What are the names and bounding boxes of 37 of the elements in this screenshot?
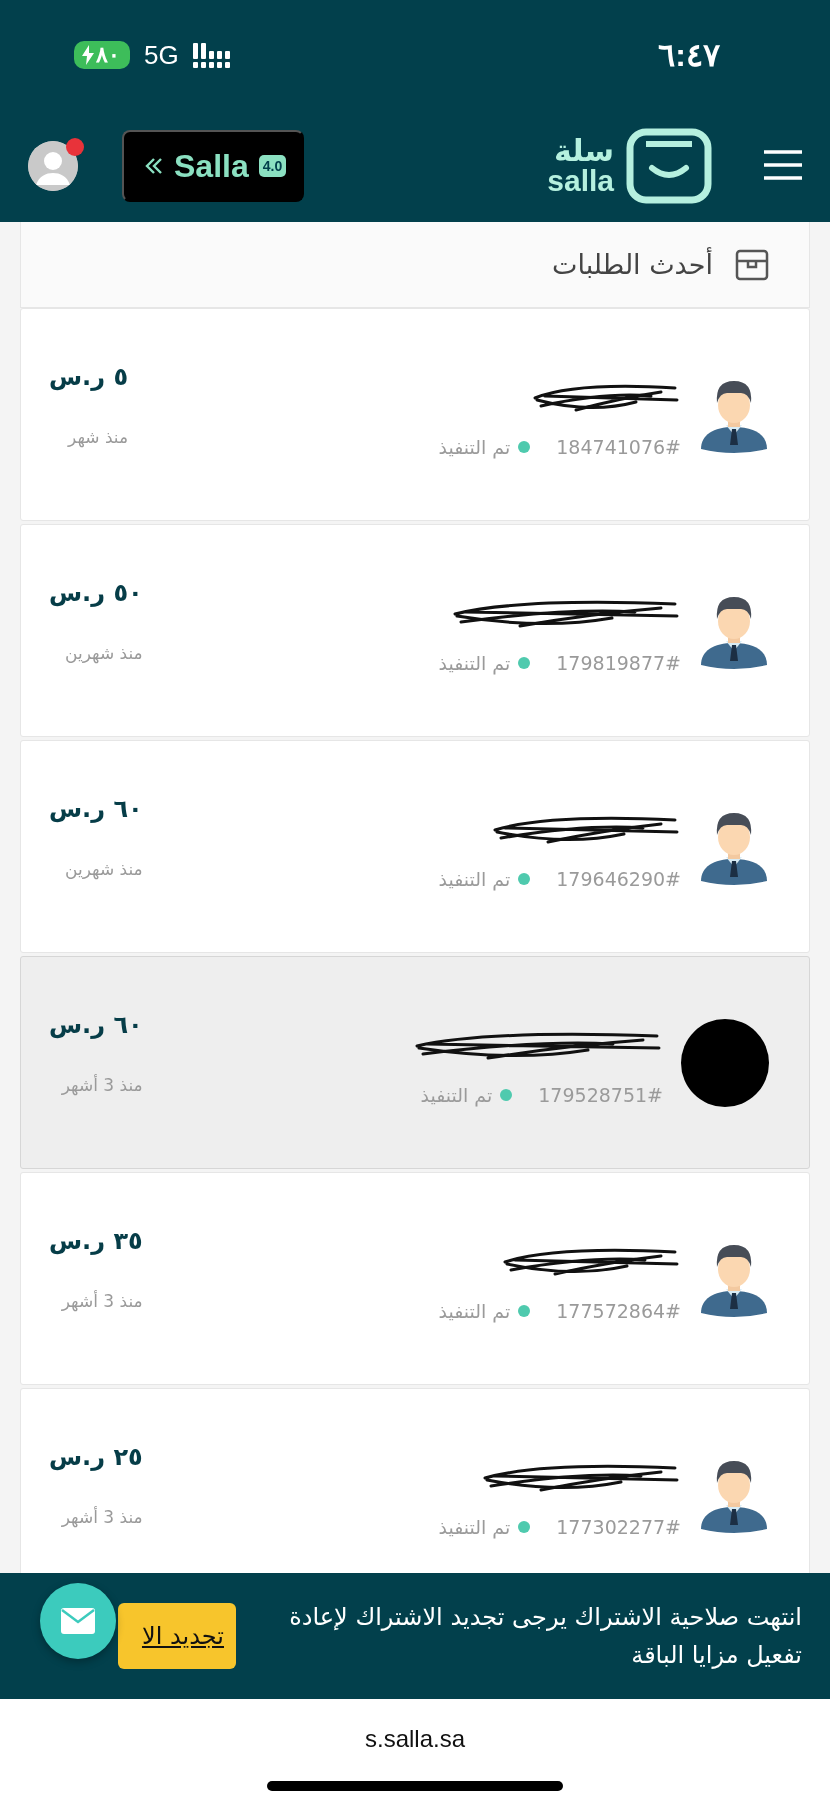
- order-amount: ٦٠ ر.س: [49, 1010, 143, 1039]
- order-time: منذ 3 أشهر: [61, 1506, 143, 1527]
- order-amount: ٣٥ ر.س: [49, 1226, 143, 1255]
- signal-icon: [192, 41, 233, 69]
- order-status: تم التنفيذ: [438, 1299, 531, 1322]
- order-number: 184741076#: [556, 435, 681, 458]
- order-status: تم التنفيذ: [438, 1515, 531, 1538]
- order-time: منذ 3 أشهر: [61, 1074, 143, 1095]
- order-time: منذ شهرين: [65, 858, 143, 879]
- mail-icon: [61, 1608, 95, 1634]
- order-time: منذ شهر: [68, 426, 129, 447]
- subscription-message: انتهت صلاحية الاشتراك يرجى تجديد الاشتراك لإعادة تفعيل مزايا الباقة: [288, 1601, 802, 1671]
- order-status: تم التنفيذ: [438, 435, 531, 458]
- order-status: تم التنفيذ: [438, 651, 531, 674]
- order-number: 179528751#: [538, 1083, 663, 1106]
- order-number: 179819877#: [556, 651, 681, 674]
- clock-time: ٦:٤٧: [658, 36, 720, 74]
- order-status: تم التنفيذ: [438, 867, 531, 890]
- battery-indicator: ٨٠: [74, 41, 130, 69]
- order-amount: ٢٥ ر.س: [49, 1442, 143, 1471]
- order-amount: ٦٠ ر.س: [49, 794, 143, 823]
- order-number: 177302277#: [556, 1515, 681, 1538]
- profile-avatar-icon[interactable]: [28, 141, 78, 191]
- order-amount: ٥٠ ر.س: [49, 578, 143, 607]
- section-title: أحدث الطلبات: [552, 249, 713, 280]
- order-time: منذ 3 أشهر: [61, 1290, 143, 1311]
- order-time: منذ شهرين: [65, 642, 143, 663]
- network-label: 5G: [144, 39, 179, 71]
- redacted-avatar-icon: [681, 1018, 769, 1107]
- url-address[interactable]: s.salla.sa: [364, 1725, 465, 1753]
- order-number: 179646290#: [556, 867, 681, 890]
- box-icon: [735, 248, 769, 281]
- order-status: تم التنفيذ: [420, 1083, 513, 1106]
- order-number: 177572864#: [556, 1299, 681, 1322]
- renew-button[interactable]: تجديد الا: [118, 1603, 236, 1669]
- order-amount: ٥ ر.س: [49, 362, 129, 391]
- version-badge[interactable]: Salla 4.0: [122, 130, 305, 202]
